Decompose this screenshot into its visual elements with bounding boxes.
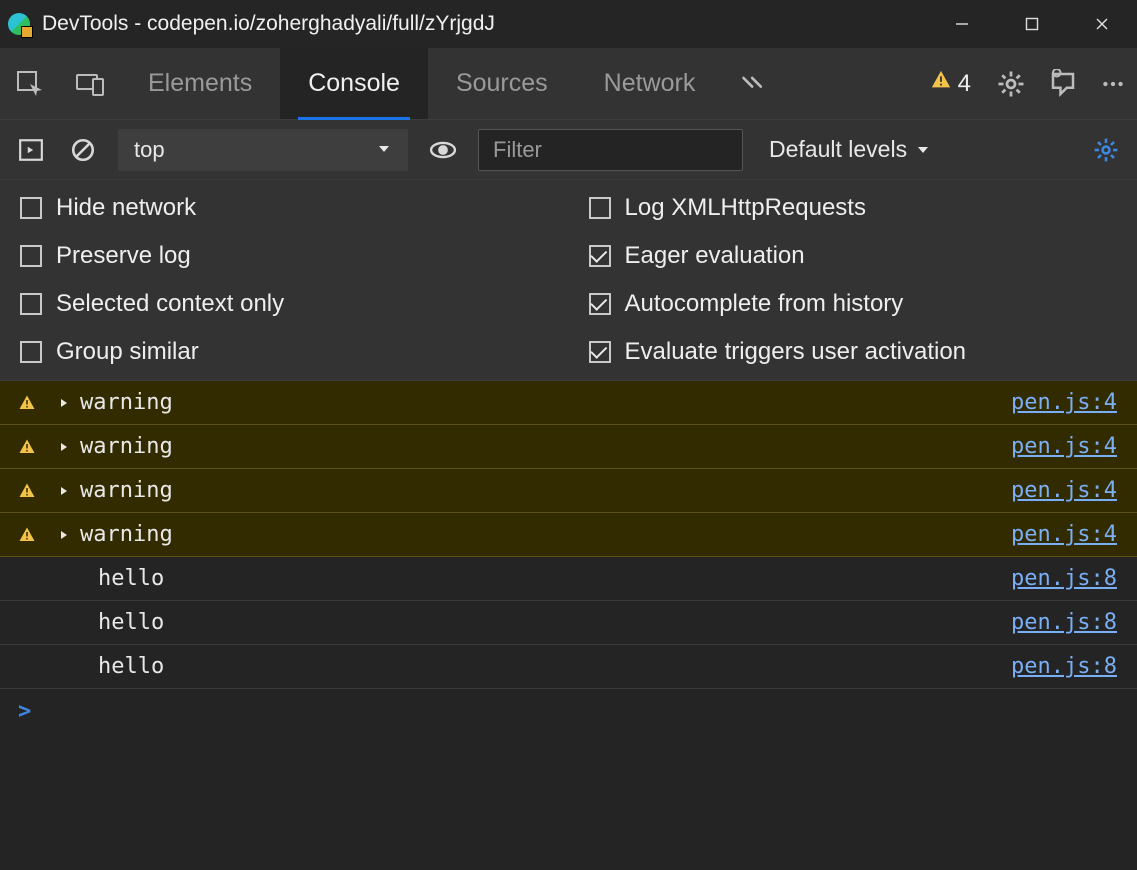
source-link[interactable]: pen.js:8: [1011, 654, 1117, 679]
checkbox-evaluate-triggers-user-activation[interactable]: Evaluate triggers user activation: [589, 338, 1118, 366]
close-button[interactable]: [1067, 0, 1137, 48]
source-link[interactable]: pen.js:8: [1011, 566, 1117, 591]
log-row-warn[interactable]: warningpen.js:4: [0, 513, 1137, 557]
console-settings-icon[interactable]: [1089, 133, 1123, 167]
checkbox-box: [20, 293, 42, 315]
checkbox-label: Autocomplete from history: [625, 290, 904, 318]
checkbox-label: Preserve log: [56, 242, 191, 270]
checkbox-label: Eager evaluation: [625, 242, 805, 270]
live-expression-icon[interactable]: [426, 133, 460, 167]
dropdown-icon: [376, 137, 392, 163]
checkbox-box: [589, 197, 611, 219]
warning-count-value: 4: [958, 70, 971, 98]
prompt-caret: >: [18, 699, 31, 724]
log-message: hello: [56, 610, 1011, 635]
minimize-button[interactable]: [927, 0, 997, 48]
checkbox-label: Group similar: [56, 338, 199, 366]
checkbox-preserve-log[interactable]: Preserve log: [20, 242, 549, 270]
feedback-icon[interactable]: [1037, 48, 1089, 119]
warning-count[interactable]: 4: [916, 48, 985, 119]
filter-input[interactable]: Filter: [478, 129, 743, 171]
log-message: warning: [72, 522, 1011, 547]
log-row-warn[interactable]: warningpen.js:4: [0, 425, 1137, 469]
checkbox-box: [589, 293, 611, 315]
checkbox-group-similar[interactable]: Group similar: [20, 338, 549, 366]
warning-icon: [0, 438, 56, 456]
device-toggle-icon[interactable]: [60, 48, 120, 119]
checkbox-log-xmlhttprequests[interactable]: Log XMLHttpRequests: [589, 194, 1118, 222]
checkbox-box: [20, 341, 42, 363]
titlebar: DevTools - codepen.io/zoherghadyali/full…: [0, 0, 1137, 48]
log-row-warn[interactable]: warningpen.js:4: [0, 381, 1137, 425]
warning-icon: [0, 526, 56, 544]
warning-icon: [930, 69, 952, 98]
checkbox-autocomplete-from-history[interactable]: Autocomplete from history: [589, 290, 1118, 318]
checkbox-label: Hide network: [56, 194, 196, 222]
expand-caret-icon[interactable]: [56, 529, 72, 541]
kebab-menu-icon[interactable]: [1089, 48, 1137, 119]
inspect-icon[interactable]: [0, 48, 60, 119]
expand-caret-icon[interactable]: [56, 485, 72, 497]
console-log-list: warningpen.js:4warningpen.js:4warningpen…: [0, 381, 1137, 689]
log-message: warning: [72, 390, 1011, 415]
log-message: hello: [56, 566, 1011, 591]
warning-icon: [0, 394, 56, 412]
checkbox-box: [20, 245, 42, 267]
tab-sources[interactable]: Sources: [428, 48, 576, 119]
log-level-selector[interactable]: Default levels: [761, 136, 939, 163]
expand-caret-icon[interactable]: [56, 397, 72, 409]
console-prompt[interactable]: >: [0, 689, 1137, 733]
source-link[interactable]: pen.js:4: [1011, 434, 1117, 459]
tabstrip: Elements Console Sources Network 4: [0, 48, 1137, 120]
source-link[interactable]: pen.js:4: [1011, 390, 1117, 415]
log-row-warn[interactable]: warningpen.js:4: [0, 469, 1137, 513]
log-message: hello: [56, 654, 1011, 679]
log-row-log[interactable]: hellopen.js:8: [0, 601, 1137, 645]
checkbox-label: Evaluate triggers user activation: [625, 338, 967, 366]
checkbox-box: [20, 197, 42, 219]
settings-gear-icon[interactable]: [985, 48, 1037, 119]
log-message: warning: [72, 434, 1011, 459]
checkbox-label: Log XMLHttpRequests: [625, 194, 866, 222]
tab-console[interactable]: Console: [280, 48, 428, 119]
log-message: warning: [72, 478, 1011, 503]
level-value: Default levels: [769, 136, 907, 163]
source-link[interactable]: pen.js:4: [1011, 522, 1117, 547]
checkbox-selected-context-only[interactable]: Selected context only: [20, 290, 549, 318]
expand-caret-icon[interactable]: [56, 441, 72, 453]
source-link[interactable]: pen.js:4: [1011, 478, 1117, 503]
filter-placeholder: Filter: [493, 137, 542, 163]
checkbox-eager-evaluation[interactable]: Eager evaluation: [589, 242, 1118, 270]
more-tabs-icon[interactable]: [723, 48, 783, 119]
console-toolbar: top Filter Default levels: [0, 120, 1137, 180]
clear-console-icon[interactable]: [66, 133, 100, 167]
log-row-log[interactable]: hellopen.js:8: [0, 645, 1137, 689]
log-row-log[interactable]: hellopen.js:8: [0, 557, 1137, 601]
checkbox-hide-network[interactable]: Hide network: [20, 194, 549, 222]
console-settings-panel: Hide network Log XMLHttpRequests Preserve …: [0, 180, 1137, 381]
checkbox-box: [589, 341, 611, 363]
tab-elements[interactable]: Elements: [120, 48, 280, 119]
checkbox-box: [589, 245, 611, 267]
context-selector[interactable]: top: [118, 129, 408, 171]
source-link[interactable]: pen.js:8: [1011, 610, 1117, 635]
window-title: DevTools - codepen.io/zoherghadyali/full…: [42, 12, 495, 36]
checkbox-label: Selected context only: [56, 290, 284, 318]
tab-network[interactable]: Network: [576, 48, 724, 119]
app-icon: [8, 13, 30, 35]
sidebar-toggle-icon[interactable]: [14, 133, 48, 167]
context-value: top: [134, 137, 165, 163]
maximize-button[interactable]: [997, 0, 1067, 48]
warning-icon: [0, 482, 56, 500]
